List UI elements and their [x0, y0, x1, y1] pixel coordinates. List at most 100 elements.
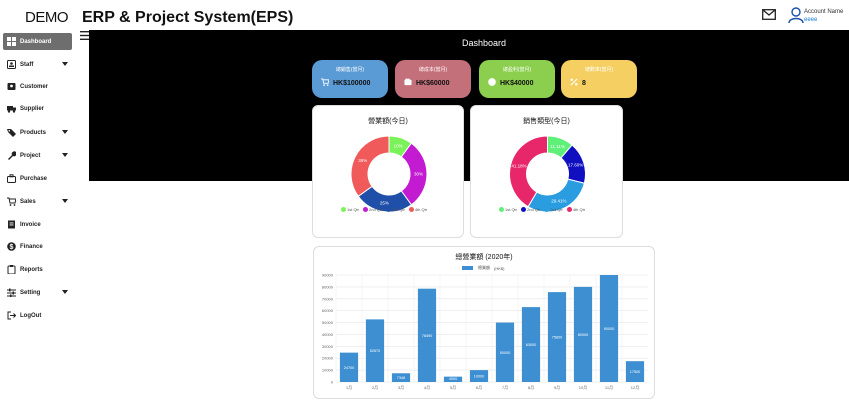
chart-legend: 1st Qtr 2nd Qtr 3rd Qtr 4th Qtr — [341, 207, 427, 212]
stat-card[interactable]: 總數率(當月) 8 — [561, 60, 637, 98]
sidebar-item-dashboard[interactable]: Dashboard — [3, 33, 72, 50]
revenue-today-card: 營業額(今日) 10% 30% 25% 35% 1st Qtr 2nd Qtr 3rd Q… — [312, 105, 464, 238]
annual-revenue-card: 總營業額 (2020年) 總業額 (HK$) 0 10000 20000 30000 4… — [313, 246, 655, 399]
stat-value: 8 — [582, 80, 586, 87]
legend-swatch — [363, 207, 369, 212]
user-icon[interactable] — [788, 7, 804, 23]
y-tick-label: 60000 — [322, 308, 334, 313]
stat-card[interactable]: 總銷售(當月) HK$100000 — [312, 60, 388, 98]
x-tick-label: 4月 — [424, 385, 430, 390]
sidebar: Dashboard Staff Customer Supplier Products Pr… — [0, 32, 80, 401]
bar-value-label: 24700 — [344, 366, 355, 370]
sidebar-item-label: LogOut — [20, 312, 42, 319]
sidebar-item-setting[interactable]: Setting — [3, 284, 72, 301]
legend-swatch — [521, 207, 527, 212]
account-name[interactable]: eeee — [804, 17, 817, 23]
x-tick-label: 2月 — [372, 385, 378, 390]
legend-label: 1st Qtr — [505, 207, 518, 212]
svg-text:$: $ — [490, 79, 494, 86]
legend-item[interactable]: 4th Qtr — [408, 207, 427, 212]
sidebar-item-reports[interactable]: Reports — [3, 261, 72, 278]
bar-value-label: 63000 — [526, 343, 537, 347]
legend-label: 3rd Qtr — [550, 207, 563, 212]
wallet-icon — [404, 78, 412, 86]
legend-label: 2nd Qtr — [369, 207, 383, 212]
legend-item[interactable]: 3rd Qtr — [544, 207, 563, 212]
slice-label: 29.41% — [551, 199, 566, 204]
y-tick-label: 20000 — [322, 356, 334, 361]
bar-value-label: 17500 — [630, 370, 641, 374]
slice-label: 11.11% — [550, 144, 565, 149]
sidebar-item-products[interactable]: Products — [3, 124, 72, 141]
stat-card[interactable]: 總成本(當月) HK$60000 — [395, 60, 471, 98]
slice-label: 10% — [394, 143, 403, 148]
sidebar-item-label: Staff — [20, 61, 34, 68]
donut-slice[interactable] — [350, 135, 390, 198]
legend-label: 4th Qtr — [572, 207, 586, 212]
sidebar-item-supplier[interactable]: Supplier — [3, 100, 72, 117]
briefcase-icon — [7, 174, 16, 183]
bar-value-label: 80000 — [578, 333, 589, 337]
stat-value: HK$100000 — [333, 80, 371, 87]
chevron-down-icon — [62, 130, 68, 134]
sidebar-item-label: Reports — [20, 266, 43, 273]
y-tick-label: 30000 — [322, 344, 334, 349]
chevron-down-icon — [62, 290, 68, 294]
dashboard-icon — [7, 37, 16, 46]
legend-swatch — [499, 207, 504, 212]
slice-label: 35% — [358, 158, 367, 163]
sidebar-item-sales[interactable]: Sales — [3, 193, 72, 210]
legend-item[interactable]: 3rd Qtr — [386, 207, 405, 212]
dashboard-hero — [89, 30, 849, 181]
stat-label: 總成本(當月) — [418, 67, 448, 73]
sidebar-item-customer[interactable]: Customer — [3, 78, 72, 95]
legend-swatch — [566, 207, 572, 212]
sidebar-item-label: Setting — [20, 289, 41, 296]
x-tick-label: 3月 — [398, 385, 404, 390]
bar-value-label: 50000 — [500, 351, 511, 355]
chart-legend: 1st Qtr 2nd Qtr 3rd Qtr 4th Qtr — [499, 207, 585, 212]
cart-icon — [321, 78, 329, 86]
y-tick-label: 0 — [331, 380, 334, 385]
mail-icon[interactable] — [762, 9, 776, 20]
sidebar-item-label: Invoice — [20, 221, 41, 228]
top-bar: DEMO ERP & Project System(EPS) Account N… — [0, 0, 849, 32]
x-tick-label: 6月 — [476, 385, 482, 390]
sidebar-item-project[interactable]: Project — [3, 147, 72, 164]
legend-label: 2nd Qtr — [527, 207, 541, 212]
sliders-icon — [7, 288, 16, 297]
contact-card-icon — [7, 83, 16, 90]
stat-label: 總銷售(當月) — [335, 67, 365, 73]
legend-item[interactable]: 2nd Qtr — [363, 207, 382, 212]
legend-item[interactable]: 1st Qtr — [499, 207, 517, 212]
legend-item[interactable]: 1st Qtr — [341, 207, 359, 212]
dollar-icon: $ — [7, 242, 16, 251]
sidebar-item-finance[interactable]: $ Finance — [3, 238, 72, 255]
legend-label: 1st Qtr — [347, 207, 360, 212]
logo[interactable]: DEMO — [25, 9, 69, 26]
legend-item[interactable]: 4th Qtr — [566, 207, 586, 212]
sidebar-item-logout[interactable]: LogOut — [3, 307, 72, 324]
y-tick-label: 70000 — [322, 296, 334, 301]
x-tick-label: 11月 — [605, 385, 613, 390]
x-tick-label: 12月 — [631, 385, 639, 390]
sidebar-item-invoice[interactable]: Invoice — [3, 216, 72, 233]
x-tick-label: 7月 — [502, 385, 508, 390]
dollar-icon: $ — [488, 78, 496, 86]
legend-swatch — [408, 207, 414, 212]
sidebar-item-staff[interactable]: Staff — [3, 56, 72, 73]
slice-label: 17.60% — [568, 162, 583, 167]
x-tick-label: 1月 — [346, 385, 352, 390]
percent-icon — [570, 78, 578, 86]
invoice-icon — [8, 220, 15, 229]
stat-card[interactable]: 總盈利(當月) $ HK$40000 — [479, 60, 555, 98]
annual-revenue-bar-chart: 0 10000 20000 30000 40000 50000 60000 70000 8000… — [322, 273, 648, 390]
account-label: Account Name — [804, 9, 844, 15]
stat-value: HK$40000 — [500, 80, 534, 87]
legend-item[interactable]: 2nd Qtr — [521, 207, 540, 212]
sidebar-item-purchase[interactable]: Purchase — [3, 170, 72, 187]
bar-value-label: 7348 — [397, 376, 405, 380]
y-tick-label: 10000 — [322, 368, 334, 373]
stat-label: 總數率(當月) — [584, 67, 614, 73]
x-tick-label: 10月 — [579, 385, 587, 390]
